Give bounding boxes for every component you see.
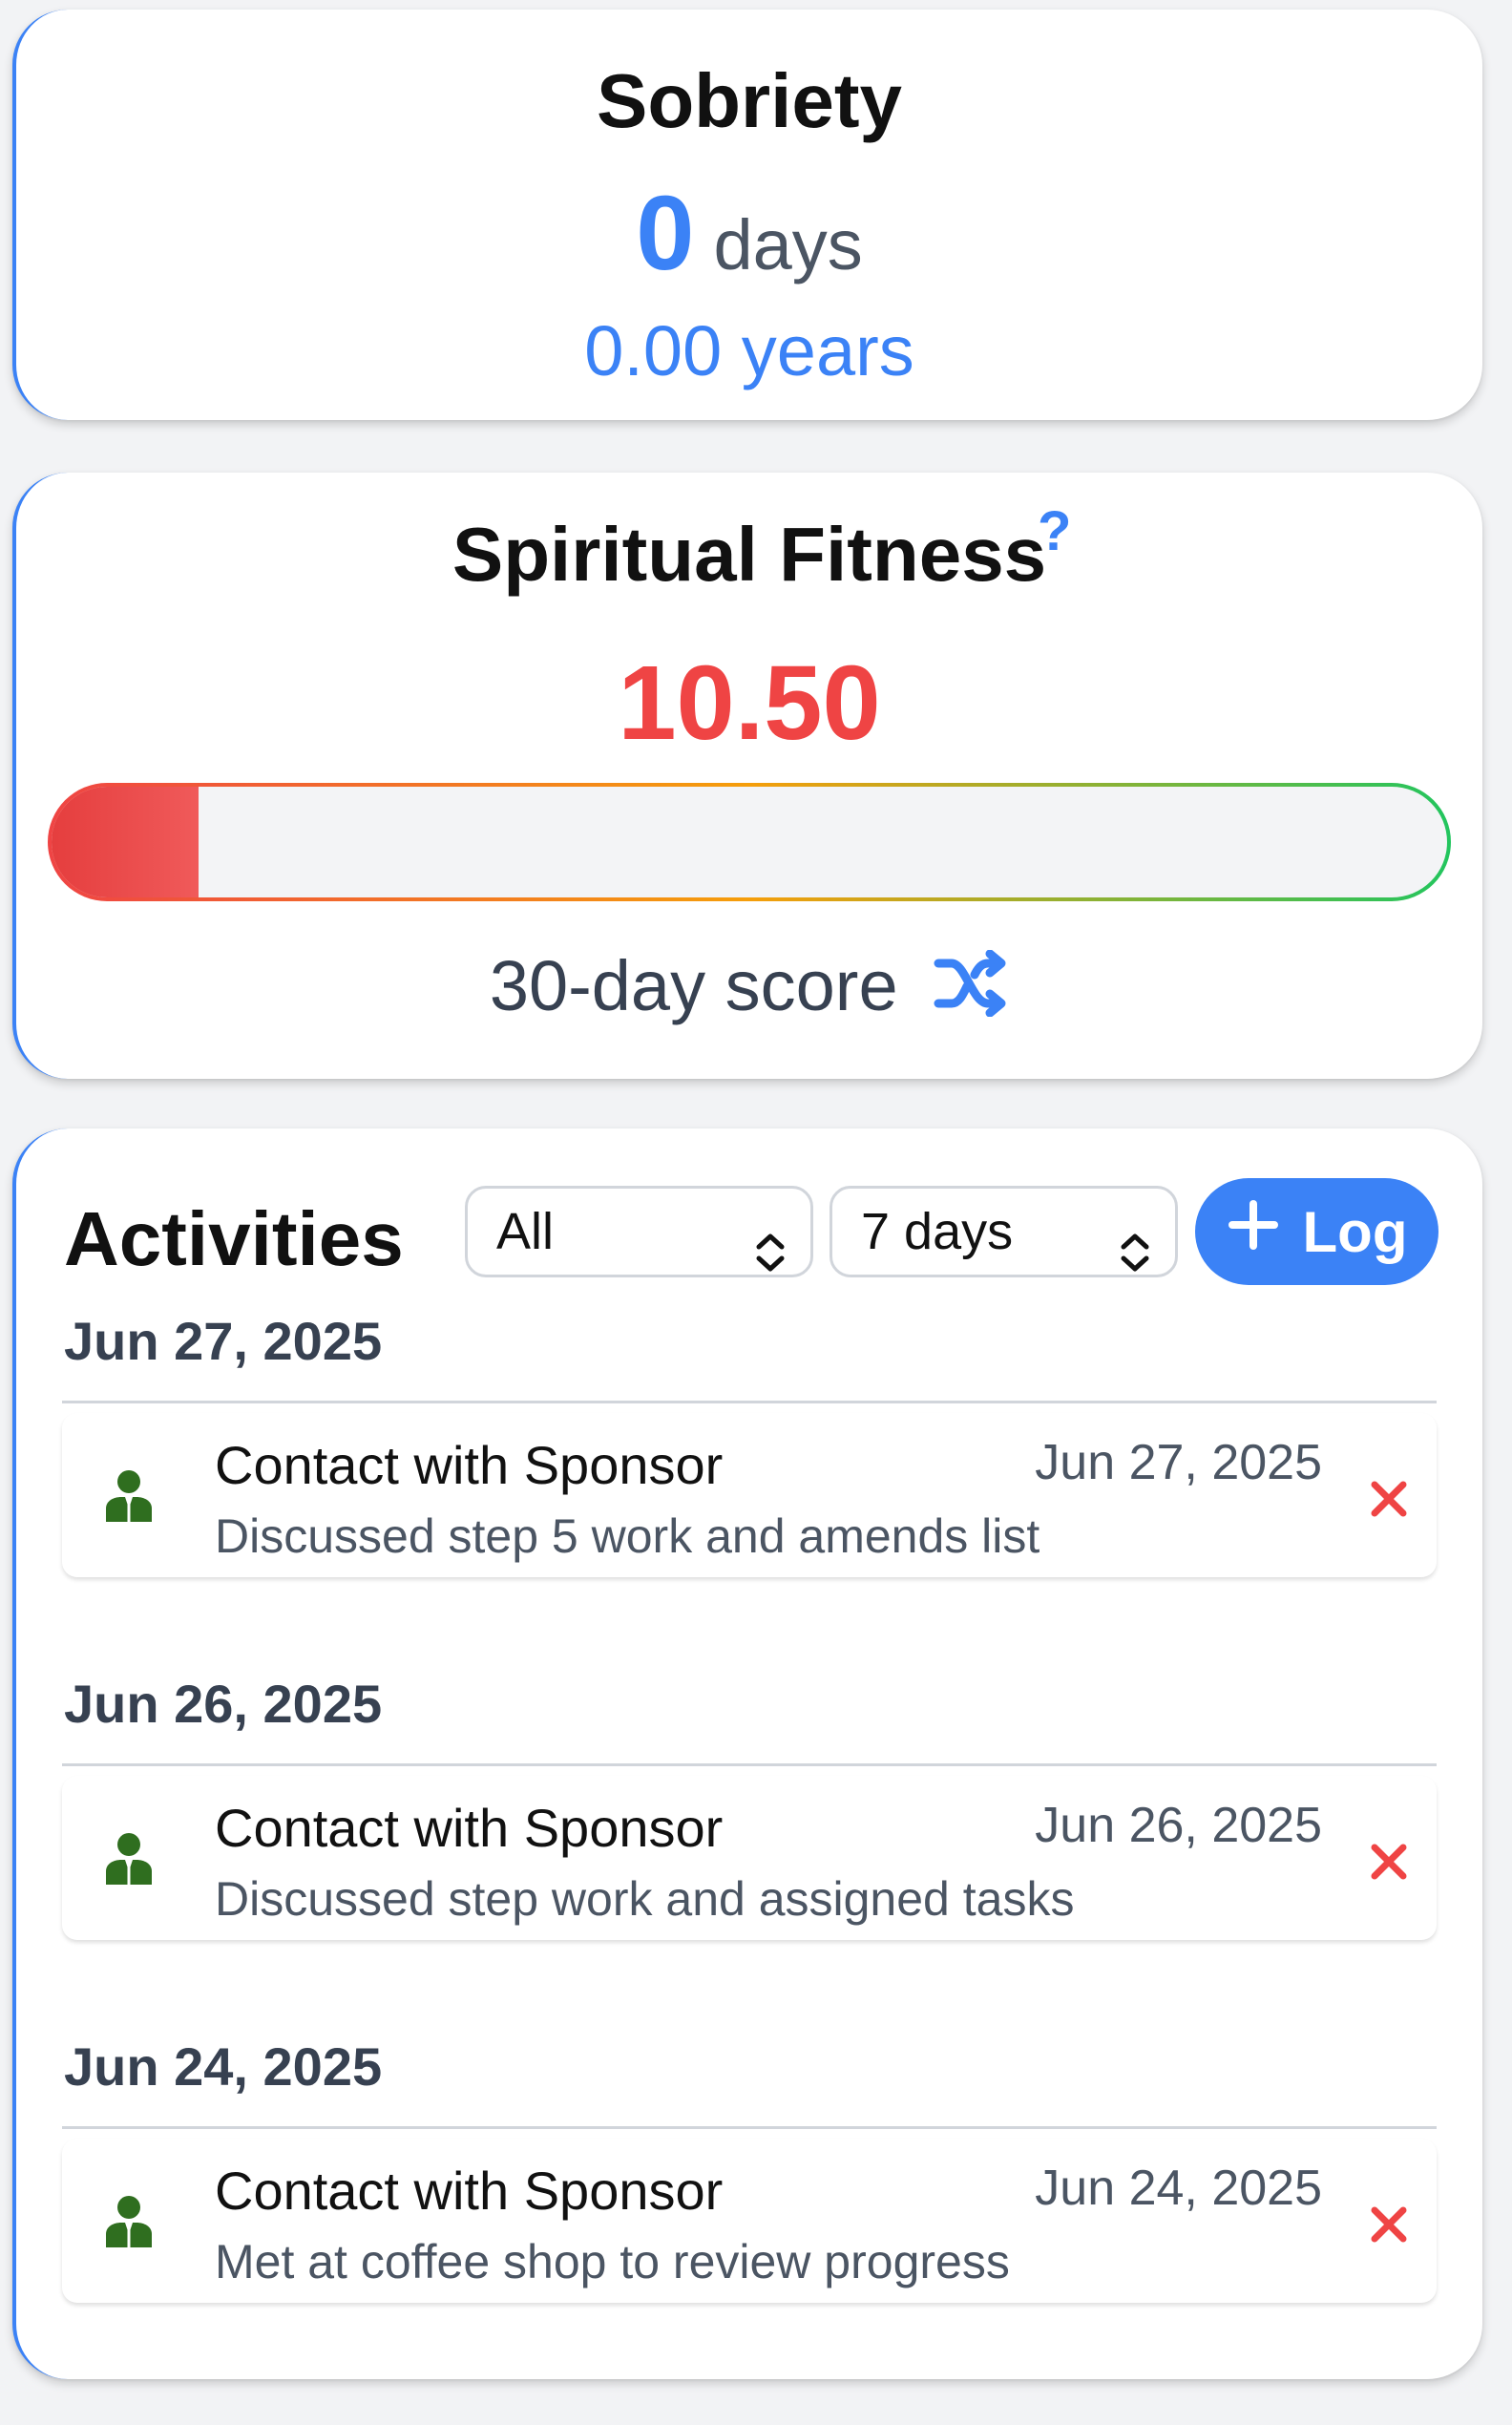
activity-row[interactable]: Contact with Sponsor Jun 26, 2025 Discus… [62,1776,1437,1940]
divider [62,1401,1437,1403]
shuffle-icon[interactable] [933,949,1009,1033]
activities-card: Activities All 7 days Log Jun 27, 2025 C… [12,1128,1482,2379]
fitness-title: Spiritual Fitness [452,512,1047,597]
fitness-score: 10.50 [618,644,881,762]
date-group-header: Jun 27, 2025 [64,1311,383,1371]
fitness-progress-fill [52,787,199,897]
date-range-select[interactable]: 7 days [830,1186,1178,1277]
activities-title: Activities [64,1196,404,1281]
plus-icon [1227,1198,1280,1265]
sobriety-days-line: 0 days [16,177,1482,323]
activity-note: Met at coffee shop to review progress [215,2235,1010,2288]
delete-icon[interactable] [1370,2205,1408,2248]
chevron-updown-icon [753,1213,788,1299]
fitness-help-icon[interactable]: ? [1038,499,1071,563]
sobriety-card: Sobriety 0 days 0.00 years [12,10,1482,420]
fitness-progress-track [52,787,1447,897]
log-button-label: Log [1302,1199,1408,1264]
sobriety-days-value: 0 [636,175,695,292]
sponsor-person-icon [104,2194,154,2252]
date-group-header: Jun 26, 2025 [64,1674,383,1734]
delete-icon[interactable] [1370,1480,1408,1523]
activity-note: Discussed step work and assigned tasks [215,1872,1075,1926]
log-activity-button[interactable]: Log [1195,1178,1438,1285]
date-range-value: 7 days [861,1203,1014,1260]
activity-name: Contact with Sponsor [215,2161,724,2221]
activity-note: Discussed step 5 work and amends list [215,1509,1040,1563]
activity-date: Jun 26, 2025 [1035,1798,1322,1853]
activity-name: Contact with Sponsor [215,1798,724,1858]
fitness-progress-bar [48,783,1451,901]
sobriety-title: Sobriety [596,58,903,143]
sponsor-person-icon [104,1468,154,1527]
activity-name: Contact with Sponsor [215,1435,724,1495]
activity-date: Jun 24, 2025 [1035,2161,1322,2216]
divider [62,2126,1437,2129]
fitness-caption: 30-day score [16,945,1482,1033]
fitness-caption-label: 30-day score [489,946,898,1025]
activity-row[interactable]: Contact with Sponsor Jun 24, 2025 Met at… [62,2139,1437,2303]
activity-type-value: All [496,1203,555,1260]
delete-icon[interactable] [1370,1843,1408,1886]
date-group-header: Jun 24, 2025 [64,2036,383,2097]
divider [62,1763,1437,1766]
activity-date: Jun 27, 2025 [1035,1435,1322,1490]
sobriety-days-unit: days [713,205,863,285]
chevron-updown-icon [1118,1213,1152,1299]
spiritual-fitness-card: Spiritual Fitness ? 10.50 30-day score [12,473,1482,1079]
sobriety-years: 0.00 years [584,311,914,390]
activity-row[interactable]: Contact with Sponsor Jun 27, 2025 Discus… [62,1413,1437,1577]
sponsor-person-icon [104,1831,154,1889]
activity-type-select[interactable]: All [465,1186,813,1277]
